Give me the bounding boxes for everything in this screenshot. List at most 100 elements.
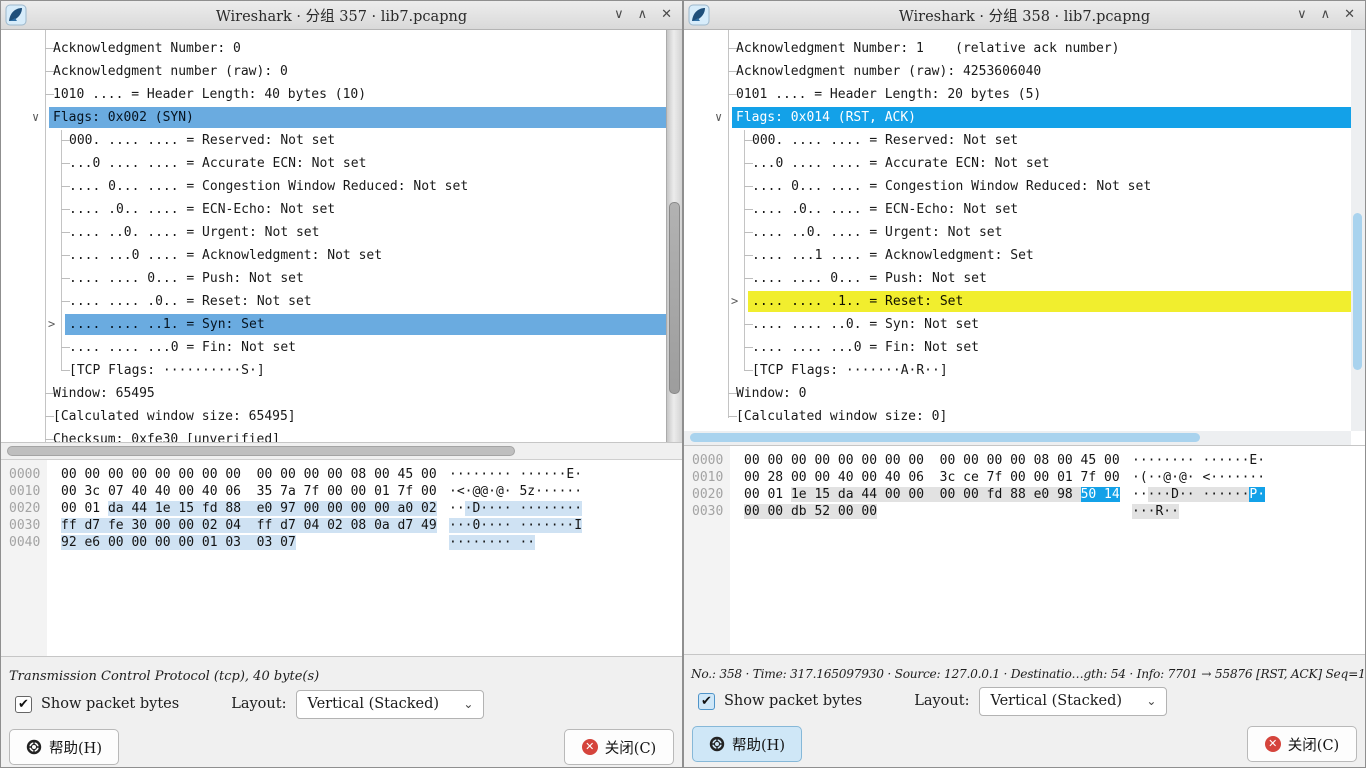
close-red-circle-icon: ✕: [1265, 736, 1281, 752]
hex-row[interactable]: 004092 e6 00 00 00 00 01 03 03 07·······…: [1, 534, 682, 551]
tree-branch-line: [728, 71, 737, 72]
tree-row-label: 0101 .... = Header Length: 20 bytes (5): [732, 84, 1351, 105]
titlebar[interactable]: Wireshark · 分组 358 · lib7.pcapng ∨ ∧ ✕: [684, 1, 1365, 30]
tree-row[interactable]: .... 0... .... = Congestion Window Reduc…: [684, 175, 1365, 198]
tree-row[interactable]: [Calculated window size: 65495]: [1, 405, 682, 428]
tree-row-label: Window: 65495: [49, 383, 668, 404]
tree-branch-line: [744, 209, 753, 210]
tree-vertical-scrollbar[interactable]: [1351, 30, 1365, 431]
hex-row[interactable]: 001000 3c 07 40 40 00 40 06 35 7a 7f 00 …: [1, 483, 682, 500]
tree-row-label: Flags: 0x014 (RST, ACK): [732, 107, 1351, 128]
ascii-bytes: ········ ······E·: [1132, 452, 1265, 469]
minimize-icon[interactable]: ∨: [1297, 1, 1307, 29]
chevron-down-icon[interactable]: ∨: [715, 106, 722, 129]
hex-bytes: ff d7 fe 30 00 00 02 04 ff d7 04 02 08 0…: [61, 517, 435, 534]
tree-row[interactable]: 000. .... .... = Reserved: Not set: [1, 129, 682, 152]
hex-row[interactable]: 000000 00 00 00 00 00 00 00 00 00 00 00 …: [1, 466, 682, 483]
maximize-icon[interactable]: ∧: [1321, 1, 1331, 29]
tree-row[interactable]: .... 0... .... = Congestion Window Reduc…: [1, 175, 682, 198]
minimize-icon[interactable]: ∨: [614, 1, 624, 29]
maximize-icon[interactable]: ∧: [638, 1, 648, 29]
close-button-label: 关闭(C): [1288, 734, 1339, 755]
scrollbar-thumb[interactable]: [690, 433, 1200, 442]
tree-branch-line: [61, 186, 70, 187]
scrollbar-thumb[interactable]: [1353, 213, 1362, 370]
layout-select-value: Vertical (Stacked): [307, 696, 439, 712]
tree-row[interactable]: .... .... ..0. = Syn: Not set: [684, 313, 1365, 336]
tree-row[interactable]: >.... .... .1.. = Reset: Set: [684, 290, 1365, 313]
tree-row[interactable]: .... .... .0.. = Reset: Not set: [1, 290, 682, 313]
tree-row[interactable]: .... .0.. .... = ECN-Echo: Not set: [684, 198, 1365, 221]
scrollbar-thumb[interactable]: [669, 202, 680, 394]
chevron-down-icon[interactable]: ∨: [32, 106, 39, 129]
tree-row[interactable]: ∨Flags: 0x002 (SYN): [1, 106, 682, 129]
tree-row[interactable]: .... .... ...0 = Fin: Not set: [1, 336, 682, 359]
hex-offset: 0010: [684, 469, 730, 486]
tree-row[interactable]: 000. .... .... = Reserved: Not set: [684, 129, 1365, 152]
tree-row[interactable]: 1010 .... = Header Length: 40 bytes (10): [1, 83, 682, 106]
layout-label: Layout:: [231, 696, 286, 712]
hex-row[interactable]: 002000 01 da 44 1e 15 fd 88 e0 97 00 00 …: [1, 500, 682, 517]
show-packet-bytes-checkbox[interactable]: ✔: [15, 696, 32, 713]
close-window-icon[interactable]: ✕: [1344, 1, 1355, 29]
tree-row[interactable]: Checksum: 0xfe30 [unverified]: [1, 428, 682, 443]
ascii-bytes: ···0···· ·······I: [449, 517, 582, 534]
help-button[interactable]: 帮助(H): [692, 726, 802, 762]
tree-row-label: .... .... 0... = Push: Not set: [748, 268, 1351, 289]
tree-row[interactable]: .... ..0. .... = Urgent: Not set: [1, 221, 682, 244]
scrollbar-thumb[interactable]: [7, 446, 515, 456]
tree-row[interactable]: Acknowledgment number (raw): 4253606040: [684, 60, 1365, 83]
tree-row[interactable]: Window: 0: [684, 382, 1365, 405]
status-text: No.: 358 · Time: 317.165097930 · Source:…: [684, 655, 1365, 681]
tree-row[interactable]: 0101 .... = Header Length: 20 bytes (5): [684, 83, 1365, 106]
tree-row[interactable]: >.... .... ..1. = Syn: Set: [1, 313, 682, 336]
layout-select[interactable]: Vertical (Stacked) ⌄: [296, 690, 484, 719]
hex-row[interactable]: 0030ff d7 fe 30 00 00 02 04 ff d7 04 02 …: [1, 517, 682, 534]
close-dialog-button[interactable]: ✕ 关闭(C): [564, 729, 674, 765]
tree-row[interactable]: .... .... 0... = Push: Not set: [1, 267, 682, 290]
tree-row[interactable]: ...0 .... .... = Accurate ECN: Not set: [684, 152, 1365, 175]
close-dialog-button[interactable]: ✕ 关闭(C): [1247, 726, 1357, 762]
tree-horizontal-scrollbar[interactable]: [684, 431, 1351, 445]
hex-bytes: 92 e6 00 00 00 00 01 03 03 07: [61, 534, 435, 551]
tree-row[interactable]: [TCP Flags: ··········S·]: [1, 359, 682, 382]
tree-row[interactable]: Acknowledgment Number: 1 (relative ack n…: [684, 37, 1365, 60]
tree-row[interactable]: Acknowledgment Number: 0: [1, 37, 682, 60]
tree-row[interactable]: ∨ Flags: 0x014 (RST, ACK): [684, 106, 1365, 129]
hex-row[interactable]: 001000 28 00 00 40 00 40 06 3c ce 7f 00 …: [684, 469, 1365, 486]
packet-detail-tree[interactable]: Acknowledgment Number: 1 (relative ack n…: [684, 30, 1365, 446]
tree-row[interactable]: .... ...0 .... = Acknowledgment: Not set: [1, 244, 682, 267]
tree-row[interactable]: .... .... 0... = Push: Not set: [684, 267, 1365, 290]
layout-select[interactable]: Vertical (Stacked) ⌄: [979, 687, 1167, 716]
packet-bytes-pane[interactable]: 000000 00 00 00 00 00 00 00 00 00 00 00 …: [684, 446, 1365, 655]
tree-vertical-scrollbar[interactable]: [666, 30, 682, 442]
tree-row[interactable]: .... ..0. .... = Urgent: Not set: [684, 221, 1365, 244]
ascii-bytes: ·····D·· ······P·: [1132, 486, 1265, 503]
tree-row[interactable]: Acknowledgment number (raw): 0: [1, 60, 682, 83]
tree-row[interactable]: ...0 .... .... = Accurate ECN: Not set: [1, 152, 682, 175]
help-button[interactable]: 帮助(H): [9, 729, 119, 765]
tree-row-label: 000. .... .... = Reserved: Not set: [65, 130, 668, 151]
tree-row[interactable]: .... .... ...0 = Fin: Not set: [684, 336, 1365, 359]
help-lifebuoy-icon: [709, 736, 725, 752]
tree-row[interactable]: [Calculated window size: 0]: [684, 405, 1365, 428]
tree-row[interactable]: [TCP Flags: ·······A·R··]: [684, 359, 1365, 382]
packet-bytes-pane[interactable]: 000000 00 00 00 00 00 00 00 00 00 00 00 …: [1, 460, 682, 657]
tree-row[interactable]: .... .0.. .... = ECN-Echo: Not set: [1, 198, 682, 221]
hex-row[interactable]: 002000 01 1e 15 da 44 00 00 00 00 fd 88 …: [684, 486, 1365, 503]
show-packet-bytes-checkbox[interactable]: ✔: [698, 693, 715, 710]
hex-row[interactable]: 003000 00 db 52 00 00···R··: [684, 503, 1365, 520]
help-button-label: 帮助(H): [49, 737, 102, 758]
chevron-right-icon[interactable]: >: [731, 290, 738, 313]
tree-branch-line: [45, 439, 54, 440]
close-window-icon[interactable]: ✕: [661, 1, 672, 29]
tree-row-label: .... .0.. .... = ECN-Echo: Not set: [65, 199, 668, 220]
tree-row-label: .... 0... .... = Congestion Window Reduc…: [748, 176, 1351, 197]
packet-detail-tree[interactable]: Acknowledgment Number: 0Acknowledgment n…: [1, 30, 682, 443]
tree-row[interactable]: Window: 65495: [1, 382, 682, 405]
titlebar[interactable]: Wireshark · 分组 357 · lib7.pcapng ∨ ∧ ✕: [1, 1, 682, 30]
tree-row[interactable]: .... ...1 .... = Acknowledgment: Set: [684, 244, 1365, 267]
hex-row[interactable]: 000000 00 00 00 00 00 00 00 00 00 00 00 …: [684, 452, 1365, 469]
tree-horizontal-scrollbar[interactable]: [1, 443, 682, 460]
chevron-right-icon[interactable]: >: [48, 313, 55, 336]
